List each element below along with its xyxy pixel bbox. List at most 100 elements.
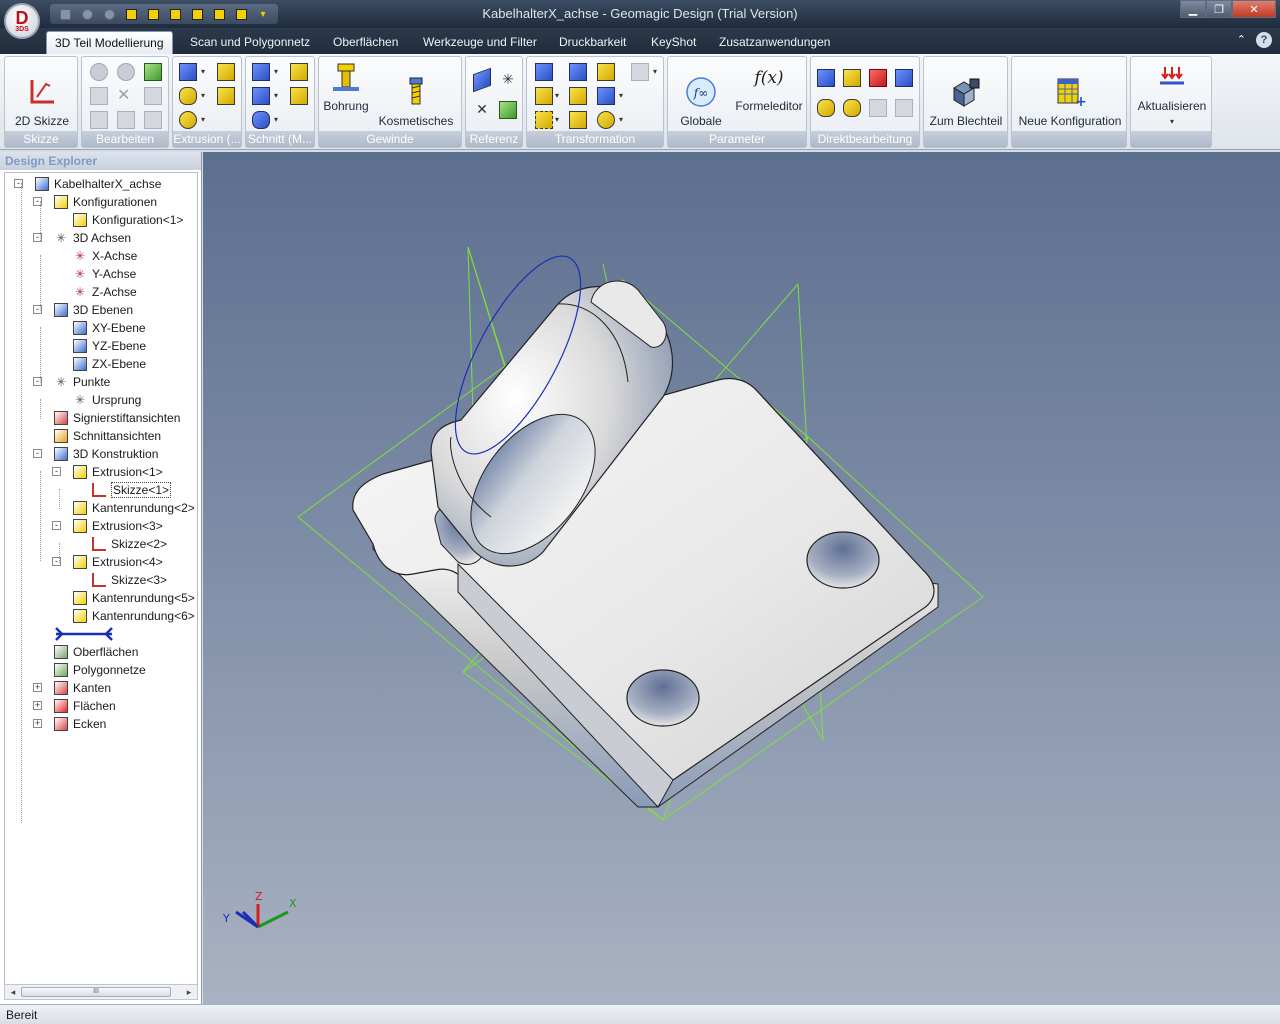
tree-node[interactable]: 3D Ebenen: [54, 301, 133, 319]
clipboard-icon[interactable]: [144, 111, 162, 129]
properties-icon[interactable]: [90, 87, 108, 105]
update-dropdown-icon[interactable]: ▾: [1133, 114, 1211, 129]
help-icon[interactable]: ?: [1256, 32, 1272, 48]
revolve-icon[interactable]: [179, 87, 197, 105]
close-icon[interactable]: ✕: [1232, 0, 1276, 18]
tree-node[interactable]: ✳ Ursprung: [73, 391, 141, 409]
tree-node[interactable]: Konfigurationen: [54, 193, 157, 211]
tree-node[interactable]: ✳ Punkte: [54, 373, 110, 391]
push-face-icon[interactable]: [843, 99, 861, 117]
spiral-icon[interactable]: [217, 87, 235, 105]
delete-face-icon[interactable]: [869, 69, 887, 87]
tree-node[interactable]: XY-Ebene: [73, 319, 146, 337]
split-icon[interactable]: [569, 111, 587, 129]
remove-fillet-icon[interactable]: [895, 99, 913, 117]
paste-icon[interactable]: [117, 63, 135, 81]
formula-editor-button[interactable]: f(x) Formeleditor: [732, 59, 806, 114]
move-body-icon[interactable]: [535, 63, 553, 81]
move-icon[interactable]: [117, 111, 135, 129]
tree-node[interactable]: Skizze<2>: [92, 535, 167, 553]
refresh-icon[interactable]: [144, 63, 162, 81]
tree-node[interactable]: ZX-Ebene: [73, 355, 146, 373]
shell-icon[interactable]: [290, 63, 308, 81]
tree-node[interactable]: Konfiguration<1>: [73, 211, 183, 229]
ref-axis-icon[interactable]: ✳: [499, 71, 517, 89]
edit-icon[interactable]: [144, 87, 162, 105]
rollback-bar-icon[interactable]: [54, 627, 114, 641]
tab-scan-polygonnetz[interactable]: Scan und Polygonnetz: [182, 31, 318, 54]
tree-node[interactable]: Flächen: [54, 697, 116, 715]
3d-viewport[interactable]: Y Z X: [203, 152, 1280, 1004]
update-button[interactable]: Aktualisieren ▾: [1133, 59, 1211, 129]
tree-node[interactable]: Oberflächen: [54, 643, 138, 661]
tree-node[interactable]: Signierstiftansichten: [54, 409, 180, 427]
tree-expander[interactable]: -: [52, 521, 61, 530]
offset-face-icon[interactable]: [843, 69, 861, 87]
tree-node[interactable]: Kantenrundung<5>: [73, 589, 195, 607]
tree-node[interactable]: Extrusion<3>: [73, 517, 163, 535]
copy-icon[interactable]: [90, 63, 108, 81]
hole-button[interactable]: Bohrung: [321, 59, 371, 114]
tab-werkzeuge-filter[interactable]: Werkzeuge und Filter: [415, 31, 545, 54]
maximize-icon[interactable]: ❐: [1206, 0, 1232, 18]
mounting-hole-upper[interactable]: [806, 531, 880, 589]
sweep-icon[interactable]: [179, 111, 197, 129]
tilt-face-icon[interactable]: [869, 99, 887, 117]
extrude-icon[interactable]: [179, 63, 197, 81]
tree-node[interactable]: KabelhalterX_achse: [35, 175, 161, 193]
tree-node[interactable]: Skizze<1>: [92, 481, 172, 499]
mirror-body-icon[interactable]: [597, 63, 615, 81]
tree-node[interactable]: Kantenrundung<6>: [73, 607, 195, 625]
tree-node[interactable]: Extrusion<1>: [73, 463, 163, 481]
tab-keyshot[interactable]: KeyShot: [643, 31, 704, 54]
tree-node[interactable]: 3D Konstruktion: [54, 445, 158, 463]
move-face-icon[interactable]: [817, 69, 835, 87]
rotate-body-icon[interactable]: [569, 63, 587, 81]
app-menu-button[interactable]: D 3DS: [4, 3, 40, 39]
pull-face-icon[interactable]: [817, 99, 835, 117]
scroll-thumb[interactable]: III: [21, 987, 171, 997]
tree-node[interactable]: Polygonnetze: [54, 661, 146, 679]
cut-revolve-icon[interactable]: [252, 87, 270, 105]
mounting-hole-lower[interactable]: [626, 669, 700, 727]
tree-node[interactable]: ✳ 3D Achsen: [54, 229, 131, 247]
tree-node[interactable]: ✳ Z-Achse: [73, 283, 137, 301]
tab-druckbarkeit[interactable]: Druckbarkeit: [551, 31, 634, 54]
tree-expander[interactable]: +: [33, 719, 42, 728]
thread-cut-icon[interactable]: [290, 87, 308, 105]
combine-icon[interactable]: [597, 87, 615, 105]
tab-3d-teil-modellierung[interactable]: 3D Teil Modellierung: [46, 31, 173, 54]
cut-sweep-icon[interactable]: [252, 111, 270, 129]
ref-cs-icon[interactable]: [499, 101, 517, 119]
collapse-ribbon-icon[interactable]: ⌃: [1237, 33, 1246, 46]
extrude-solid-icon[interactable]: [217, 63, 235, 81]
tree-expander[interactable]: +: [33, 701, 42, 710]
delete-icon[interactable]: ✕: [117, 87, 135, 105]
ref-point-icon[interactable]: ✕: [473, 101, 491, 119]
tree-expander[interactable]: -: [52, 467, 61, 476]
tree-node[interactable]: ✳ Y-Achse: [73, 265, 136, 283]
tree-node[interactable]: Kantenrundung<2>: [73, 499, 195, 517]
tree-node[interactable]: Extrusion<4>: [73, 553, 163, 571]
pattern-linear-icon[interactable]: [535, 87, 553, 105]
tree-node[interactable]: Ecken: [54, 715, 106, 733]
scale-body-icon[interactable]: [631, 63, 649, 81]
minimize-icon[interactable]: ▁: [1180, 0, 1206, 18]
tree-node[interactable]: [54, 625, 114, 643]
scroll-right-icon[interactable]: ▸: [182, 985, 196, 999]
replace-face-icon[interactable]: [895, 69, 913, 87]
tree-node[interactable]: Schnittansichten: [54, 427, 161, 445]
duplicate-icon[interactable]: [90, 111, 108, 129]
cut-icon[interactable]: [252, 63, 270, 81]
tree-horizontal-scrollbar[interactable]: ◂ III ▸: [4, 984, 198, 1000]
model-canvas[interactable]: Y Z X: [203, 152, 1280, 1004]
tree-expander[interactable]: +: [33, 683, 42, 692]
ref-plane-icon[interactable]: [473, 67, 491, 93]
tree-node[interactable]: ✳ X-Achse: [73, 247, 137, 265]
pattern-circular-icon[interactable]: [569, 87, 587, 105]
tree-node[interactable]: Kanten: [54, 679, 111, 697]
tree-node[interactable]: YZ-Ebene: [73, 337, 146, 355]
tab-zusatzanwendungen[interactable]: Zusatzanwendungen: [711, 31, 838, 54]
tab-oberflaechen[interactable]: Oberflächen: [325, 31, 406, 54]
cable-holder-model[interactable]: [352, 280, 939, 808]
